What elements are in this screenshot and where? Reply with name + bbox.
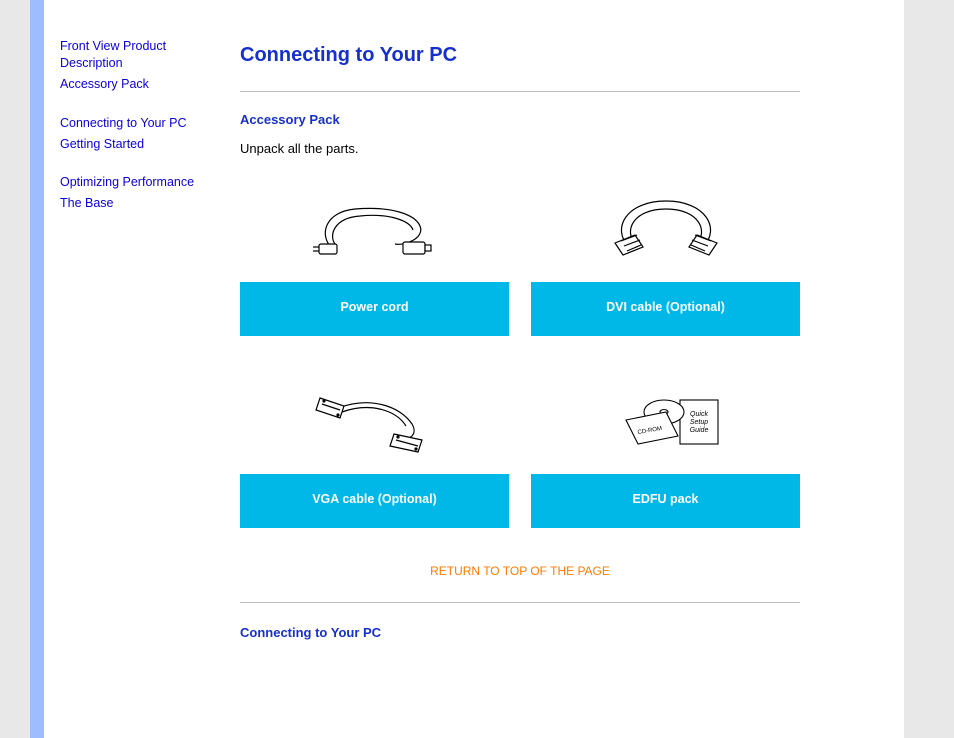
dvi-cable-icon xyxy=(531,184,800,274)
svg-text:Quick: Quick xyxy=(690,411,708,418)
left-margin-bar xyxy=(30,0,44,738)
sidebar-link-the-base[interactable]: The Base xyxy=(60,195,230,212)
power-cord-icon xyxy=(240,184,509,274)
main-content: Connecting to Your PC Accessory Pack Unp… xyxy=(240,44,800,654)
divider xyxy=(240,602,800,603)
divider xyxy=(240,91,800,92)
sidebar-link-getting-started[interactable]: Getting Started xyxy=(60,136,230,153)
accessory-pack-heading: Accessory Pack xyxy=(240,112,800,127)
accessory-cell: Power cord xyxy=(240,174,509,366)
vga-cable-icon xyxy=(240,376,509,466)
sidebar-link-front-view[interactable]: Front View Product Description xyxy=(60,38,230,72)
accessory-cell: DVI cable (Optional) xyxy=(531,174,800,366)
page-title: Connecting to Your PC xyxy=(240,44,800,67)
accessory-label: DVI cable (Optional) xyxy=(531,282,800,336)
accessory-label: VGA cable (Optional) xyxy=(240,474,509,528)
sidebar-link-optimizing[interactable]: Optimizing Performance xyxy=(60,174,230,191)
return-to-top-link[interactable]: RETURN TO TOP OF THE PAGE xyxy=(240,564,800,578)
sidebar-nav: Front View Product Description Accessory… xyxy=(60,38,230,234)
sidebar-group: Optimizing Performance The Base xyxy=(60,174,230,212)
sidebar-link-accessory-pack[interactable]: Accessory Pack xyxy=(60,76,230,93)
connecting-heading: Connecting to Your PC xyxy=(240,625,800,640)
sidebar-link-connecting[interactable]: Connecting to Your PC xyxy=(60,115,230,132)
accessory-cell: VGA cable (Optional) xyxy=(240,366,509,558)
svg-text:Setup: Setup xyxy=(689,419,707,426)
accessory-cell: Quick Setup Guide CD-ROM EDFU pack xyxy=(531,366,800,558)
accessory-grid: Power cord xyxy=(240,174,800,558)
edfu-pack-icon: Quick Setup Guide CD-ROM xyxy=(531,376,800,466)
unpack-text: Unpack all the parts. xyxy=(240,141,800,156)
sidebar-group: Connecting to Your PC Getting Started xyxy=(60,115,230,153)
document-page: Front View Product Description Accessory… xyxy=(30,0,904,738)
accessory-label: EDFU pack xyxy=(531,474,800,528)
sidebar-group: Front View Product Description Accessory… xyxy=(60,38,230,93)
accessory-label: Power cord xyxy=(240,282,509,336)
svg-text:Guide: Guide xyxy=(689,427,708,434)
